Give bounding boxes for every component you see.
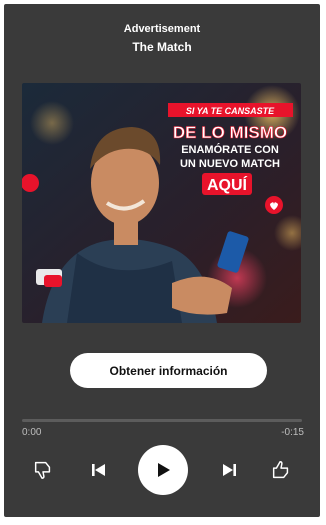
skip-previous-icon[interactable] [84, 455, 114, 485]
remaining-time: -0:15 [281, 427, 304, 438]
get-info-button[interactable]: Obtener información [70, 353, 267, 388]
advertisement-label: Advertisement [123, 23, 201, 35]
header: Advertisement The Match [4, 22, 320, 55]
ad-headline-2: DE LO MISMO [173, 123, 287, 142]
ad-headline-3: ENAMÓRATE CON [181, 143, 279, 156]
ad-headline-1: SI YA TE CANSASTE [186, 106, 275, 116]
thumbs-up-icon[interactable] [266, 455, 296, 485]
ad-cta-badge: AQUÍ [207, 175, 248, 194]
skip-next-icon[interactable] [214, 455, 244, 485]
play-button[interactable] [138, 445, 188, 495]
ad-headline-4: UN NUEVO MATCH [180, 158, 280, 170]
ad-player-screen: Advertisement The Match SI YA TE CANSAST… [4, 4, 320, 517]
ad-image[interactable]: SI YA TE CANSASTE DE LO MISMO ENAMÓRATE … [22, 83, 301, 323]
progress-bar[interactable] [22, 419, 302, 422]
elapsed-time: 0:00 [22, 427, 42, 438]
play-icon [158, 463, 170, 477]
advertiser-title: The Match [132, 40, 192, 54]
thumbs-down-icon[interactable] [28, 455, 58, 485]
